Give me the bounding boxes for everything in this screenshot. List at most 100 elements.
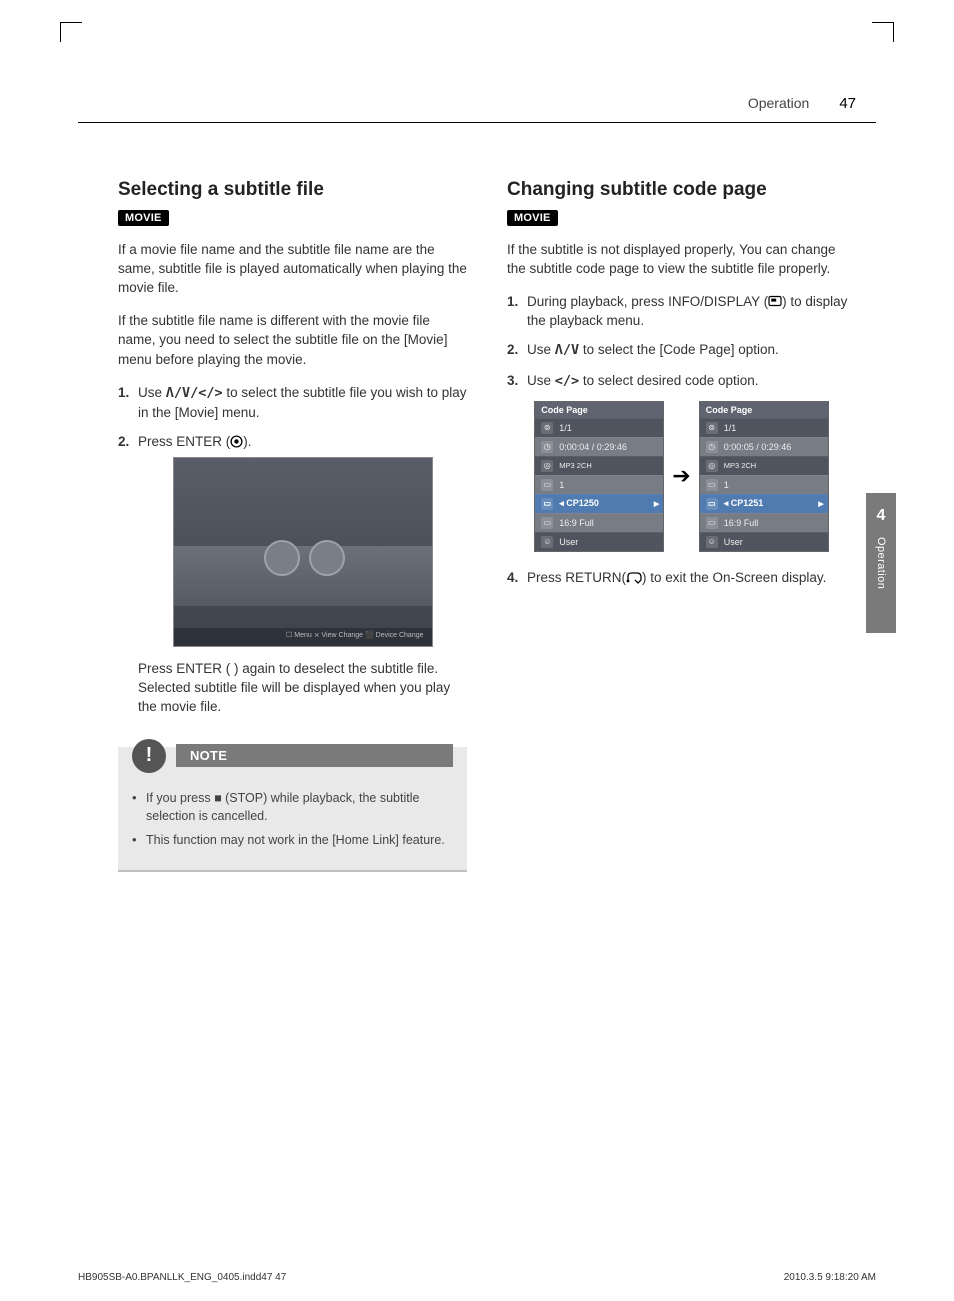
nav-arrows-icon: Λ/V/</> <box>166 385 223 401</box>
osd-value: 0:00:04 / 0:29:46 <box>559 442 627 452</box>
page-frame: Operation 47 Selecting a subtitle file M… <box>78 50 876 1251</box>
enter-icon <box>230 435 243 448</box>
left-heading: Selecting a subtitle file <box>118 178 467 202</box>
audio-icon: ◎ <box>706 460 718 472</box>
osd-row-selected: ▭◂ CP1251 <box>700 494 828 513</box>
up-down-arrows-icon: Λ/V <box>555 342 579 358</box>
chapter-side-tab: 4 Operation <box>866 493 896 633</box>
left-step-2: Press ENTER (). ☐ Menu ⨯ View Change ⬛ D… <box>118 432 467 717</box>
note-exclamation-icon: ! <box>132 739 166 773</box>
subtitle-icon: ▭ <box>541 479 553 491</box>
note-item: If you press ■ (STOP) while playback, th… <box>132 789 453 825</box>
osd-title: Code Page <box>700 402 828 418</box>
right-steps-cont: Press RETURN( ) to exit the On-Screen dis… <box>507 568 856 587</box>
osd-row: ▭ 16:9 Full <box>700 513 828 532</box>
osd-row: ▭ 16:9 Full <box>535 513 663 532</box>
osd-value: MP3 2CH <box>724 462 757 470</box>
step-text: Use <box>527 373 555 388</box>
subtitle-icon: ▭ <box>706 479 718 491</box>
clock-icon: ◷ <box>541 441 553 453</box>
step-text: Press RETURN( <box>527 570 626 585</box>
header-section: Operation <box>748 95 809 111</box>
osd-value: ◂ CP1250 <box>559 498 599 509</box>
osd-row: ◷ 0:00:04 / 0:29:46 <box>535 437 663 456</box>
osd-before: Code Page ⊚ 1/1 ◷ 0:00:04 / 0:29:46 ◎ MP3 2… <box>534 401 664 552</box>
right-step-4: Press RETURN( ) to exit the On-Screen dis… <box>507 568 856 587</box>
aspect-icon: ▭ <box>706 517 718 529</box>
osd-row: ◎ MP3 2CH <box>700 456 828 475</box>
step-text: ). <box>243 434 251 449</box>
osd-row-selected: ▭ ◂ CP1250 <box>535 494 663 513</box>
note-text: This function may not work in the [Home … <box>146 831 445 850</box>
osd-screenshot-pair: Code Page ⊚ 1/1 ◷ 0:00:04 / 0:29:46 ◎ MP3 2… <box>507 401 856 552</box>
osd-value: 16:9 Full <box>724 518 759 528</box>
step-text: During playback, press INFO/DISPLAY ( <box>527 294 768 309</box>
note-title: NOTE <box>176 744 453 767</box>
osd-row: ⊚ 1/1 <box>700 418 828 437</box>
left-intro-2: If the subtitle file name is different w… <box>118 311 467 368</box>
osd-value: 1 <box>724 480 729 490</box>
osd-row: ▭1 <box>535 475 663 494</box>
osd-row: ◷0:00:05 / 0:29:46 <box>700 437 828 456</box>
arrow-right-icon: ➔ <box>672 463 690 489</box>
osd-value: 1 <box>559 480 564 490</box>
note-text: If you press <box>146 791 214 805</box>
movie-tag: MOVIE <box>118 210 169 226</box>
step-text: Press ENTER ( ) again to deselect the su… <box>138 661 450 714</box>
codepage-icon: ▭ <box>706 498 718 510</box>
user-icon: ☺ <box>541 536 553 548</box>
running-header: Operation 47 <box>78 50 876 123</box>
step-text: to select desired code option. <box>579 373 758 388</box>
print-footer: HB905SB-A0.BPANLLK_ENG_0405.indd47 47 20… <box>78 1272 876 1283</box>
osd-row: ▭1 <box>700 475 828 494</box>
return-icon <box>626 572 642 584</box>
left-steps: Use Λ/V/</> to select the subtitle file … <box>118 383 467 717</box>
codepage-icon: ▭ <box>541 498 553 510</box>
note-list: If you press ■ (STOP) while playback, th… <box>132 789 453 850</box>
left-column: Selecting a subtitle file MOVIE If a mov… <box>118 178 467 1251</box>
osd-value: 1/1 <box>559 423 572 433</box>
osd-value: 1/1 <box>724 423 737 433</box>
chapter-label: Operation <box>875 537 887 589</box>
right-step-1: During playback, press INFO/DISPLAY () t… <box>507 292 856 330</box>
aspect-icon: ▭ <box>541 517 553 529</box>
right-column: Changing subtitle code page MOVIE If the… <box>507 178 856 1251</box>
right-steps: During playback, press INFO/DISPLAY () t… <box>507 292 856 391</box>
step-text: ) to exit the On-Screen display. <box>642 570 826 585</box>
step-text: Press ENTER ( <box>138 434 230 449</box>
clock-icon: ◷ <box>706 441 718 453</box>
audio-icon: ◎ <box>541 460 553 472</box>
left-right-arrows-icon: </> <box>555 373 579 389</box>
page: Operation 47 Selecting a subtitle file M… <box>0 0 954 1301</box>
note-item: This function may not work in the [Home … <box>132 831 453 850</box>
crop-mark <box>872 22 894 42</box>
osd-value: User <box>724 537 743 547</box>
content-area: Selecting a subtitle file MOVIE If a mov… <box>78 123 876 1251</box>
header-page-number: 47 <box>839 95 856 112</box>
osd-value: User <box>559 537 578 547</box>
osd-title: Code Page <box>535 402 663 418</box>
disc-icon: ⊚ <box>541 422 553 434</box>
note-header: ! NOTE <box>132 739 453 781</box>
footer-datetime: 2010.3.5 9:18:20 AM <box>784 1272 876 1283</box>
movie-menu-screenshot: ☐ Menu ⨯ View Change ⬛ Device Change <box>173 457 433 647</box>
right-step-3: Use </> to select desired code option. <box>507 371 856 391</box>
chapter-number: 4 <box>877 507 886 525</box>
user-icon: ☺ <box>706 536 718 548</box>
step-text: to select the [Code Page] option. <box>579 342 779 357</box>
disc-icon: ⊚ <box>706 422 718 434</box>
movie-tag: MOVIE <box>507 210 558 226</box>
right-heading: Changing subtitle code page <box>507 178 856 202</box>
left-step-1: Use Λ/V/</> to select the subtitle file … <box>118 383 467 422</box>
osd-row: ☺ User <box>535 532 663 551</box>
crop-mark <box>60 22 82 42</box>
stop-icon: ■ <box>214 791 222 805</box>
osd-row: ☺ User <box>700 532 828 551</box>
osd-after: Code Page ⊚ 1/1 ◷0:00:05 / 0:29:46 ◎ MP3 2… <box>699 401 829 552</box>
info-display-icon <box>768 295 782 308</box>
right-intro: If the subtitle is not displayed properl… <box>507 240 856 278</box>
osd-value: MP3 2CH <box>559 462 592 470</box>
footer-filename: HB905SB-A0.BPANLLK_ENG_0405.indd47 47 <box>78 1272 286 1283</box>
osd-value: 16:9 Full <box>559 518 594 528</box>
right-step-2: Use Λ/V to select the [Code Page] option… <box>507 340 856 360</box>
